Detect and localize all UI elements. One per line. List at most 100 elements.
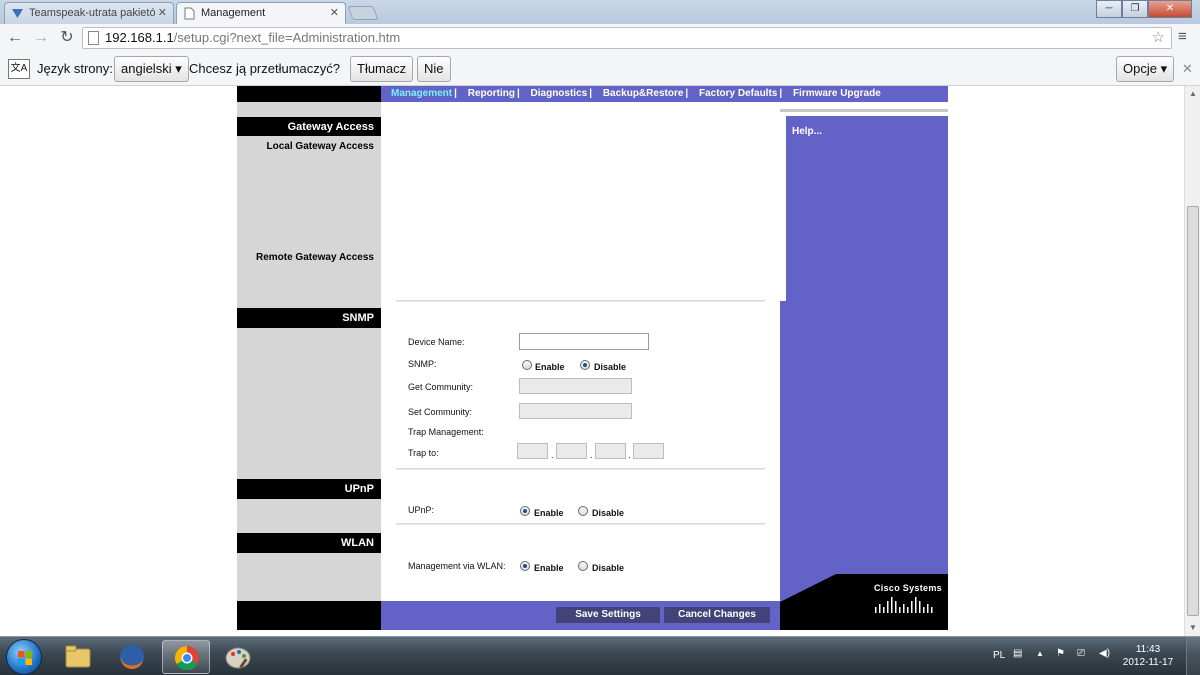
nav-reporting[interactable]: Reporting (468, 88, 515, 99)
cancel-changes-button[interactable]: Cancel Changes (664, 607, 770, 623)
scroll-down-icon[interactable]: ▼ (1185, 620, 1200, 636)
translate-icon: 文A (8, 59, 30, 79)
close-window-icon[interactable]: ✕ (1148, 0, 1192, 18)
reload-icon[interactable]: ↻ (56, 28, 78, 48)
wlan-enable-radio[interactable] (520, 561, 530, 571)
scroll-up-icon[interactable]: ▲ (1185, 86, 1200, 102)
teamspeak-favicon-icon (12, 9, 23, 18)
upnp-header: UPnP (237, 479, 381, 499)
wlan-enable-label: Enable (534, 563, 564, 573)
dropdown-arrow-icon: ▾ (1160, 61, 1168, 76)
gateway-access-header: Gateway Access (237, 117, 381, 136)
close-bar-icon[interactable]: ✕ (1182, 61, 1193, 77)
nav-firmware-upgrade[interactable]: Firmware Upgrade (793, 88, 881, 99)
trap-ip-octet-4[interactable] (633, 443, 664, 459)
address-bar[interactable]: 192.168.1.1/setup.cgi?next_file=Administ… (82, 27, 1172, 49)
upnp-label: UPnP: (408, 505, 435, 515)
tab-teamspeak[interactable]: Teamspeak-utrata pakietó ✕ (4, 2, 174, 24)
forward-arrow-icon[interactable]: → (30, 28, 52, 48)
page-favicon-icon (184, 7, 195, 20)
translate-button[interactable]: Tłumacz (350, 56, 414, 82)
nav-separator: | (454, 88, 457, 99)
trap-management-label: Trap Management: (408, 427, 484, 437)
snmp-disable-label: Disable (594, 362, 627, 372)
trap-ip-octet-2[interactable] (556, 443, 587, 459)
wlan-disable-radio[interactable] (578, 561, 588, 571)
local-gateway-access-label: Local Gateway Access (266, 141, 374, 152)
minimize-icon[interactable]: ─ (1096, 0, 1122, 18)
keyboard-icon[interactable]: ▤ (1013, 648, 1022, 659)
start-button[interactable] (6, 639, 42, 675)
trap-ip-octet-3[interactable] (595, 443, 626, 459)
snmp-disable-radio[interactable] (580, 360, 590, 370)
ip-dot: . (551, 450, 554, 460)
firefox-taskbar-icon[interactable] (108, 640, 156, 674)
divider (396, 468, 765, 470)
no-translate-button[interactable]: Nie (417, 56, 451, 82)
language-indicator[interactable]: PL (993, 650, 1005, 661)
management-via-wlan-label: Management via WLAN: (408, 561, 506, 571)
trap-ip-octet-1[interactable] (517, 443, 548, 459)
nav-links: Management | Reporting | Diagnostics | Back… (391, 88, 881, 99)
nav-diagnostics[interactable]: Diagnostics (531, 88, 588, 99)
left-column: Gateway Access Local Gateway Access Remo… (237, 86, 381, 630)
volume-icon[interactable]: ◀) (1099, 648, 1110, 659)
explorer-taskbar-icon[interactable] (54, 640, 102, 674)
save-settings-button[interactable]: Save Settings (556, 607, 660, 623)
chrome-taskbar-icon[interactable] (162, 640, 210, 674)
nav-management[interactable]: Management (391, 88, 452, 99)
system-clock[interactable]: 11:43 2012-11-17 (1118, 643, 1178, 669)
device-name-label: Device Name: (408, 337, 465, 347)
window-controls: ─ ❐ ✕ (1096, 0, 1192, 18)
taskbar: PL ▤ ▲ ⚑ ⎚ ◀) 11:43 2012-11-17 (0, 636, 1200, 675)
nav-backup-restore[interactable]: Backup&Restore (603, 88, 684, 99)
folder-icon (65, 645, 91, 668)
action-center-flag-icon[interactable]: ⚑ (1056, 648, 1065, 659)
nav-factory-defaults[interactable]: Factory Defaults (699, 88, 777, 99)
cisco-logo-icon (875, 597, 933, 613)
url-path: /setup.cgi?next_file=Administration.htm (173, 30, 401, 45)
set-community-label: Set Community: (408, 407, 473, 417)
language-select[interactable]: angielski ▾ (114, 56, 189, 82)
divider (396, 300, 765, 302)
section-title: SNMP (342, 312, 374, 324)
snmp-enable-label: Enable (535, 362, 565, 372)
paint-taskbar-icon[interactable] (214, 640, 262, 674)
browser-toolbar: ← → ↻ 192.168.1.1/setup.cgi?next_file=Ad… (0, 24, 1200, 52)
tab-close-icon[interactable]: ✕ (158, 3, 167, 23)
remote-gateway-access-label: Remote Gateway Access (255, 252, 374, 263)
tab-title: Teamspeak-utrata pakietó (29, 7, 156, 19)
maximize-icon[interactable]: ❐ (1122, 0, 1148, 18)
tab-close-icon[interactable]: ✕ (330, 3, 339, 23)
clock-time: 11:43 (1135, 644, 1161, 655)
show-hidden-icons-icon[interactable]: ▲ (1036, 649, 1044, 658)
bookmark-star-icon[interactable]: ☆ (1152, 28, 1165, 48)
upnp-enable-label: Enable (534, 508, 564, 518)
device-name-input[interactable] (519, 333, 649, 350)
wlan-disable-label: Disable (592, 563, 625, 573)
upnp-disable-radio[interactable] (578, 506, 588, 516)
router-page: Gateway Access Local Gateway Access Remo… (237, 86, 948, 630)
snmp-enable-radio[interactable] (522, 360, 532, 370)
show-desktop-button[interactable] (1186, 637, 1200, 675)
windows-logo-icon (18, 651, 32, 665)
new-tab-button[interactable] (347, 6, 379, 20)
set-community-input[interactable] (519, 403, 632, 419)
tab-management[interactable]: Management ✕ (176, 2, 346, 24)
snmp-label: SNMP: (408, 359, 437, 369)
upnp-enable-radio[interactable] (520, 506, 530, 516)
scroll-thumb[interactable] (1187, 206, 1199, 616)
options-button[interactable]: Opcje ▾ (1116, 56, 1175, 82)
network-icon[interactable]: ⎚ (1077, 648, 1085, 659)
get-community-input[interactable] (519, 378, 632, 394)
chrome-icon (174, 646, 199, 671)
nav-separator: | (779, 88, 783, 99)
wrench-menu-icon[interactable]: ≡ (1178, 28, 1187, 45)
page-scrollbar[interactable]: ▲ ▼ (1184, 86, 1200, 636)
page-language-label: Język strony: (37, 61, 113, 76)
back-arrow-icon[interactable]: ← (4, 28, 26, 48)
options-label: Opcje (1123, 61, 1157, 76)
nav-separator: | (589, 88, 593, 99)
nav-separator: | (516, 88, 520, 99)
help-link[interactable]: Help... (792, 126, 822, 137)
